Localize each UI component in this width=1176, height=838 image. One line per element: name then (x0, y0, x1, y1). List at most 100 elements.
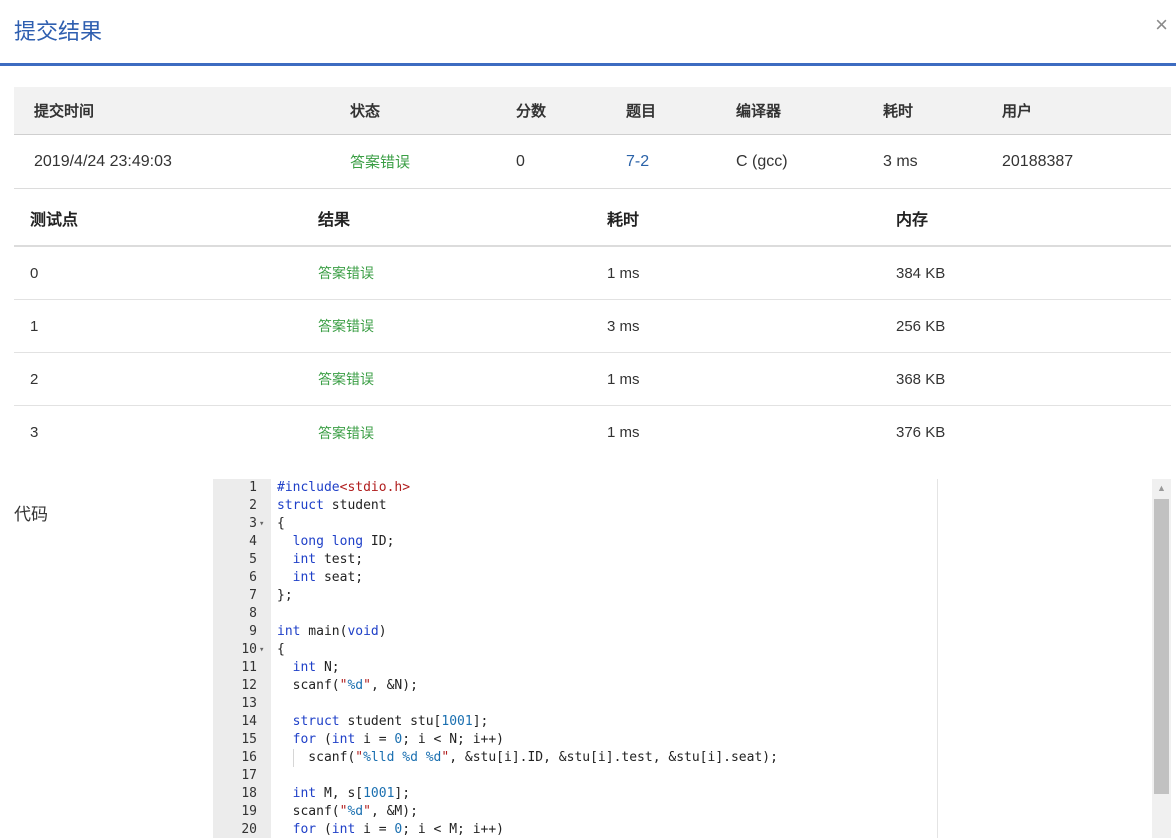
code-lines: 1 #include<stdio.h> 2 struct student 3 ▾{4 lo… (213, 479, 937, 838)
header-result: 结果 (318, 210, 351, 229)
code-line: 20 for (int i = 0; i < M; i++) (213, 821, 937, 838)
code-token: void (347, 624, 379, 639)
code-token: 1001 (441, 714, 473, 729)
code-token: ( (316, 732, 332, 747)
table-row: 2 答案错误 1 ms 368 KB (14, 353, 1171, 406)
vertical-scrollbar[interactable]: ▲ (1152, 479, 1171, 838)
code-text: long long ID; (277, 533, 395, 551)
summary-header-row: 提交时间 状态 分数 题目 编译器 耗时 用户 (14, 87, 1171, 135)
case-result: 答案错误 (318, 319, 374, 335)
code-token: M, s[ (316, 786, 364, 801)
code-text: #include<stdio.h> (277, 479, 410, 497)
header-time: 耗时 (883, 102, 914, 120)
status-badge: 答案错误 (350, 153, 411, 171)
case-result: 答案错误 (318, 425, 374, 442)
case-memory: 256 KB (896, 317, 946, 335)
line-number: 6 (249, 570, 257, 585)
code-text: int M, s[1001]; (277, 785, 410, 803)
code-token: for (292, 732, 317, 747)
fold-arrow-icon[interactable]: ▾ (259, 515, 269, 533)
code-line: 18 int M, s[1001]; (213, 785, 937, 803)
summary-row: 2019/4/24 23:49:03 答案错误 0 7-2 C (gcc) 3 … (14, 135, 1171, 189)
case-memory: 368 KB (896, 370, 946, 388)
code-line: 2 struct student (213, 497, 937, 515)
score-value: 0 (516, 152, 525, 170)
case-id: 3 (30, 424, 39, 441)
header-testcase: 测试点 (30, 210, 79, 229)
code-token: { (277, 516, 285, 531)
code-token: i = (355, 822, 395, 837)
header-user: 用户 (1002, 102, 1033, 120)
code-text: int N; (277, 659, 340, 677)
code-line: 8 (213, 605, 937, 623)
code-line: 9 int main(void) (213, 623, 937, 641)
code-text: struct student stu[1001]; (277, 713, 489, 731)
code-line: 19 scanf("%d", &M); (213, 803, 937, 821)
line-number: 20 (241, 822, 257, 837)
code-token: , &N); (370, 678, 418, 693)
code-token: i = (355, 732, 395, 747)
line-number: 9 (249, 624, 257, 639)
submit-time: 2019/4/24 23:49:03 (34, 152, 172, 170)
code-token: seat; (316, 570, 364, 585)
code-token: ( (316, 822, 332, 837)
code-token: struct (292, 714, 340, 729)
code-line: 15 for (int i = 0; i < N; i++) (213, 731, 937, 749)
code-token: }; (277, 588, 293, 603)
scroll-up-icon[interactable]: ▲ (1152, 483, 1171, 497)
line-number: 11 (241, 660, 257, 675)
case-time: 1 ms (607, 264, 640, 282)
case-memory: 376 KB (896, 424, 946, 441)
header-problem: 题目 (626, 102, 657, 120)
close-icon[interactable]: × (1155, 14, 1168, 36)
code-token: long (331, 534, 364, 549)
code-token: 1001 (363, 786, 395, 801)
testcase-header-row: 测试点 结果 耗时 内存 (14, 191, 1171, 247)
code-token: for (292, 822, 317, 837)
code-token: int (331, 732, 356, 747)
dialog-title: 提交结果 (14, 20, 103, 45)
fold-arrow-icon[interactable]: ▾ (259, 641, 269, 659)
code-token: ]; (472, 714, 489, 729)
case-memory: 384 KB (896, 264, 946, 282)
code-token: " (355, 750, 364, 765)
code-token: #include (277, 480, 340, 495)
code-token: long (292, 534, 324, 549)
code-token: N; (316, 660, 340, 675)
code-line: 3 ▾ { (213, 515, 937, 533)
line-number: 17 (241, 768, 257, 783)
code-token: " (363, 804, 371, 819)
code-text: scanf("%lld %d %d", &stu[i].ID, &stu[i].… (277, 749, 778, 767)
case-id: 0 (30, 264, 39, 282)
code-token: ; i < M; i++) (402, 822, 504, 837)
code-editor[interactable]: 1 #include<stdio.h> 2 struct student 3 ▾{4 lo… (213, 479, 938, 838)
code-token: student stu[ (339, 714, 442, 729)
code-text: for (int i = 0; i < M; i++) (277, 821, 504, 838)
line-number: 2 (249, 498, 257, 513)
code-text: scanf("%d", &M); (277, 803, 418, 821)
case-id: 2 (30, 370, 39, 388)
code-line: 5 int test; (213, 551, 937, 569)
header-compiler: 编译器 (736, 102, 782, 120)
compiler-value: C (gcc) (736, 152, 788, 170)
line-number: 18 (241, 786, 257, 801)
code-line: 1 #include<stdio.h> (213, 479, 937, 497)
scroll-thumb[interactable] (1154, 499, 1169, 794)
code-token: ) (378, 624, 387, 639)
line-number: 15 (241, 732, 257, 747)
code-label: 代码 (14, 505, 48, 525)
code-line: 17 (213, 767, 937, 785)
case-time: 1 ms (607, 370, 640, 388)
code-line: 7}; (213, 587, 937, 605)
code-line: 13 (213, 695, 937, 713)
code-token: int (292, 786, 317, 801)
header-submit-time: 提交时间 (34, 102, 95, 120)
problem-link[interactable]: 7-2 (626, 135, 649, 188)
